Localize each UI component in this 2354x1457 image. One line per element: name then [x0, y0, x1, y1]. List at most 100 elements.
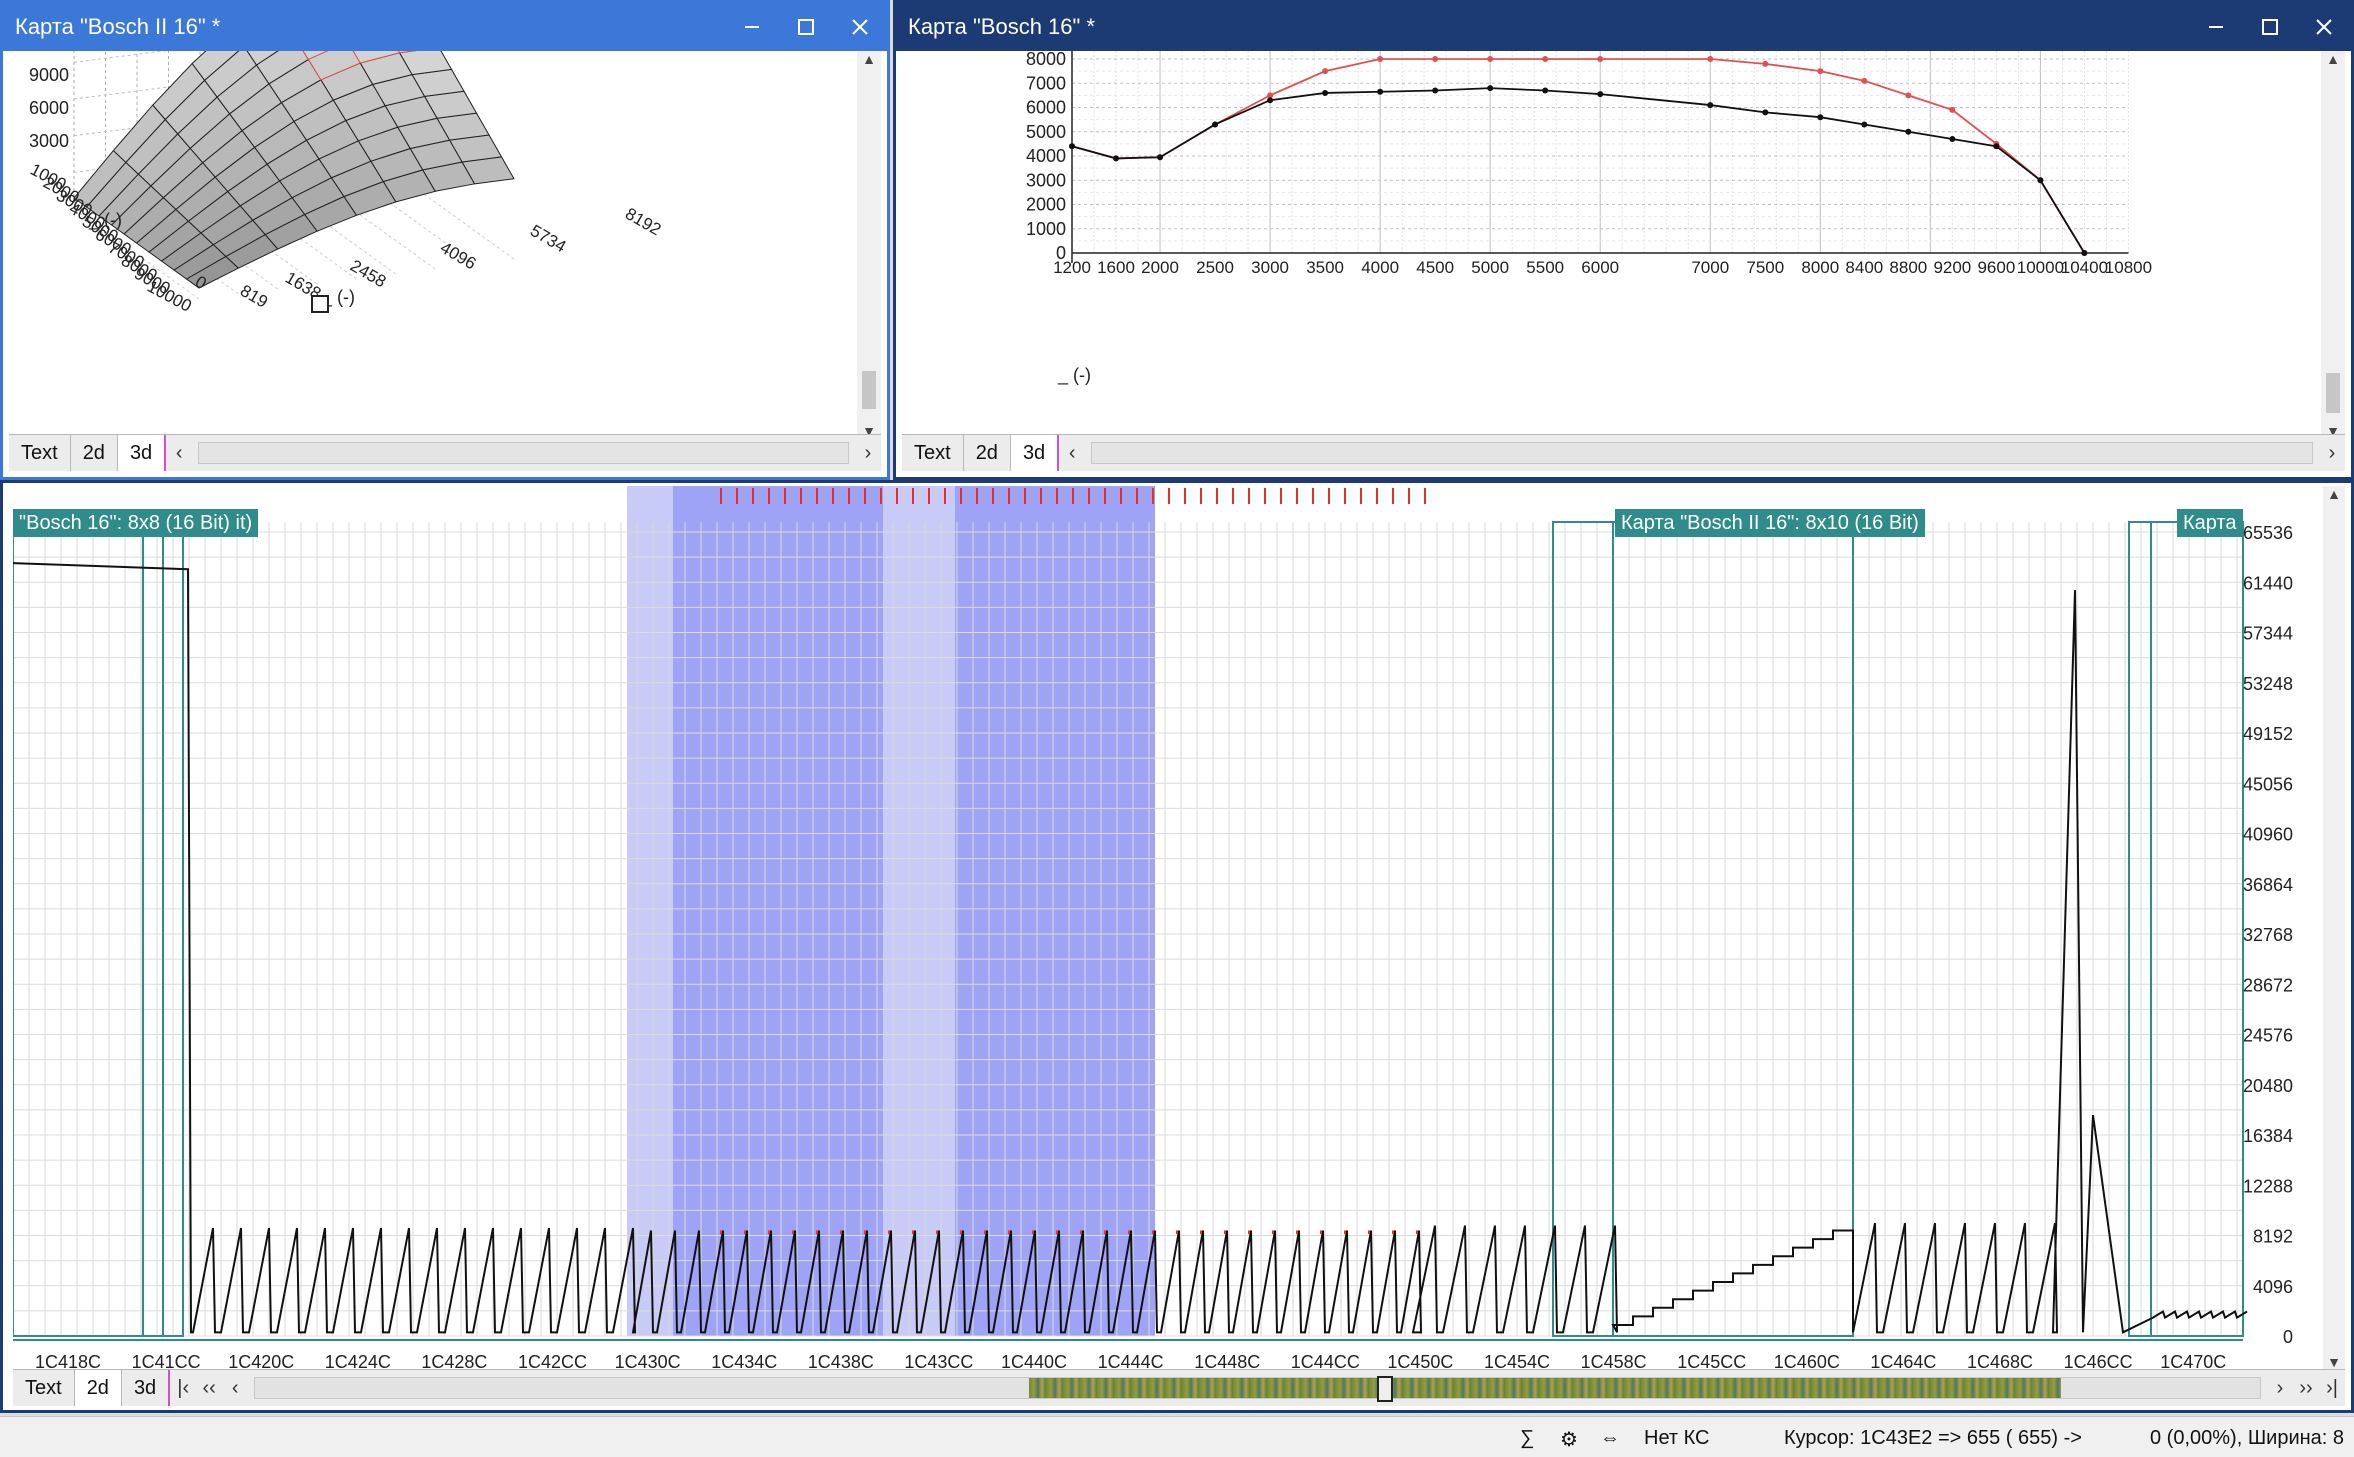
selection-band	[955, 486, 1155, 1336]
y-tick-label: 0	[2283, 1327, 2293, 1347]
y-tick-label: 61440	[2243, 573, 2293, 593]
y-tick-label: 53248	[2243, 674, 2293, 694]
data-point	[1377, 56, 1384, 62]
x-tick-label: 1600	[1097, 258, 1135, 277]
x-tick-label: 4500	[1416, 258, 1454, 277]
scroll-thumb[interactable]	[862, 371, 876, 409]
tab-3d[interactable]: 3d	[1010, 435, 1060, 471]
map-label-bosch-ii-16[interactable]: Карта "Bosch II 16": 8x10 (16 Bit)	[1615, 509, 1925, 537]
y-axis-label: _ (-)	[1057, 365, 1091, 386]
y-tick-label: 57344	[2243, 624, 2293, 644]
chart-2d-area[interactable]: 0 1000 2000 3000 4000 5000 6000 7000 8000 1200 160…	[902, 51, 2345, 471]
tab-2d[interactable]: 2d	[74, 1370, 122, 1406]
maximize-button[interactable]	[779, 3, 833, 51]
data-point	[1817, 68, 1824, 75]
line-chart-2d[interactable]: 0100020003000400050006000700080001200 160…	[902, 51, 2322, 441]
scroll-right-icon[interactable]: ›	[2319, 442, 2345, 465]
window-titlebar[interactable]: Карта "Bosch II 16" *	[3, 3, 887, 51]
data-point	[1597, 56, 1604, 62]
y-tick-label: 65536	[2243, 523, 2293, 543]
map-window-3d[interactable]: Карта "Bosch II 16" * 9000 6000 3000 1000 20…	[0, 0, 890, 480]
selection-band	[627, 486, 673, 1336]
data-point	[1267, 97, 1274, 104]
data-point	[1157, 154, 1164, 161]
selection-info: 0 (0,00%), Ширина: 8	[2150, 1427, 2345, 1449]
data-graph[interactable]: 6553661440573445324849152450564096036864…	[13, 486, 2327, 1372]
next-icon[interactable]: ›	[2267, 1377, 2293, 1400]
close-icon	[852, 19, 868, 35]
scroll-down-icon[interactable]: ▼	[2323, 1354, 2345, 1370]
close-button[interactable]	[2297, 3, 2351, 51]
prev-page-icon[interactable]: ‹‹	[196, 1377, 222, 1400]
data-point	[1905, 92, 1912, 99]
data-point	[1432, 56, 1439, 62]
data-point	[1542, 56, 1549, 62]
prev-icon[interactable]: ‹	[222, 1377, 248, 1400]
map-label-karta[interactable]: Карта	[2177, 509, 2243, 537]
swap-icon[interactable]: ⇔	[1600, 1427, 1620, 1450]
data-point	[1707, 56, 1714, 62]
map-label-bosch-16[interactable]: "Bosch 16": 8x8 (16 Bit) it)	[13, 509, 259, 537]
surface-3d-chart[interactable]: 9000600030001000200030004000500060007000…	[9, 51, 863, 441]
data-point	[1487, 56, 1494, 62]
overview-thumb[interactable]	[1377, 1376, 1394, 1402]
next-page-icon[interactable]: ››	[2293, 1377, 2319, 1400]
scroll-up-icon[interactable]: ▲	[857, 51, 881, 67]
y-tick-label: 6000	[1026, 98, 1066, 118]
data-point	[1861, 121, 1868, 128]
scroll-left-icon[interactable]: ‹	[166, 442, 192, 465]
hex-data-window[interactable]: 65536 61440 57344 53248 49152 45056 40960 36864…	[0, 480, 2354, 1413]
map-frame	[1612, 521, 1854, 1337]
y-axis-label: _ (-)	[88, 210, 122, 231]
data-point	[1861, 77, 1868, 84]
x-tick-label: 5000	[1471, 258, 1509, 277]
x-tick-label: 5500	[1526, 258, 1564, 277]
vertical-scrollbar[interactable]: ▲ ▼	[857, 51, 881, 441]
horizontal-scrollbar[interactable]	[198, 442, 849, 464]
vertical-scrollbar[interactable]: ▲ ▼	[2323, 486, 2345, 1372]
close-button[interactable]	[833, 3, 887, 51]
tab-text[interactable]: Text	[9, 435, 71, 471]
first-page-icon[interactable]: |‹	[170, 1377, 196, 1400]
tab-text[interactable]: Text	[13, 1370, 75, 1406]
scroll-right-icon[interactable]: ›	[855, 442, 881, 465]
vertical-scrollbar[interactable]: ▲ ▼	[2321, 51, 2345, 441]
scroll-up-icon[interactable]: ▲	[2323, 486, 2345, 502]
overview-scrollbar[interactable]	[254, 1376, 2261, 1402]
selection-band	[673, 486, 883, 1336]
x-tick-label: 9600	[1977, 258, 2015, 277]
window-title: Карта "Bosch II 16" *	[15, 14, 221, 39]
minimize-button[interactable]	[2189, 3, 2243, 51]
last-page-icon[interactable]: ›|	[2319, 1377, 2345, 1400]
data-point	[1993, 143, 2000, 150]
map-window-2d[interactable]: Карта "Bosch 16" * 0 1000 2000 3000 4000 5000…	[893, 0, 2354, 480]
tab-3d[interactable]: 3d	[117, 435, 167, 471]
x-tick-label: 7000	[1691, 258, 1729, 277]
y-tick-label: 4000	[1026, 146, 1066, 166]
tab-2d[interactable]: 2d	[71, 435, 118, 471]
chart-3d-area[interactable]: 9000 6000 3000 1000 2000 3000 4000 5000 6000 7000…	[9, 51, 881, 471]
settings-icon[interactable]: ⚙	[1560, 1427, 1578, 1452]
maximize-icon	[2262, 19, 2278, 35]
maximize-button[interactable]	[2243, 3, 2297, 51]
tab-3d[interactable]: 3d	[122, 1370, 171, 1406]
scroll-up-icon[interactable]: ▲	[2321, 51, 2345, 67]
window-titlebar[interactable]: Карта "Bosch 16" *	[896, 3, 2351, 51]
tab-text[interactable]: Text	[902, 435, 964, 471]
x-tick-label: 6000	[1581, 258, 1619, 277]
data-view-area[interactable]: 65536 61440 57344 53248 49152 45056 40960 36864…	[13, 486, 2345, 1406]
scroll-left-icon[interactable]: ‹	[1059, 442, 1085, 465]
y-tick-label: 28672	[2243, 975, 2293, 995]
y-tick-label: 20480	[2243, 1076, 2293, 1096]
y-tick-label: 40960	[2243, 825, 2293, 845]
minimize-button[interactable]	[725, 3, 779, 51]
minimize-icon	[2209, 26, 2223, 28]
tab-2d[interactable]: 2d	[964, 435, 1011, 471]
scroll-thumb[interactable]	[2326, 373, 2340, 413]
y-tick-label: 3000	[1026, 170, 1066, 190]
data-point	[1905, 128, 1912, 135]
y-tick-label: 24576	[2243, 1026, 2293, 1046]
x-tick-label: 7500	[1746, 258, 1784, 277]
sum-icon[interactable]: ∑	[1520, 1427, 1534, 1450]
horizontal-scrollbar[interactable]	[1091, 442, 2313, 464]
